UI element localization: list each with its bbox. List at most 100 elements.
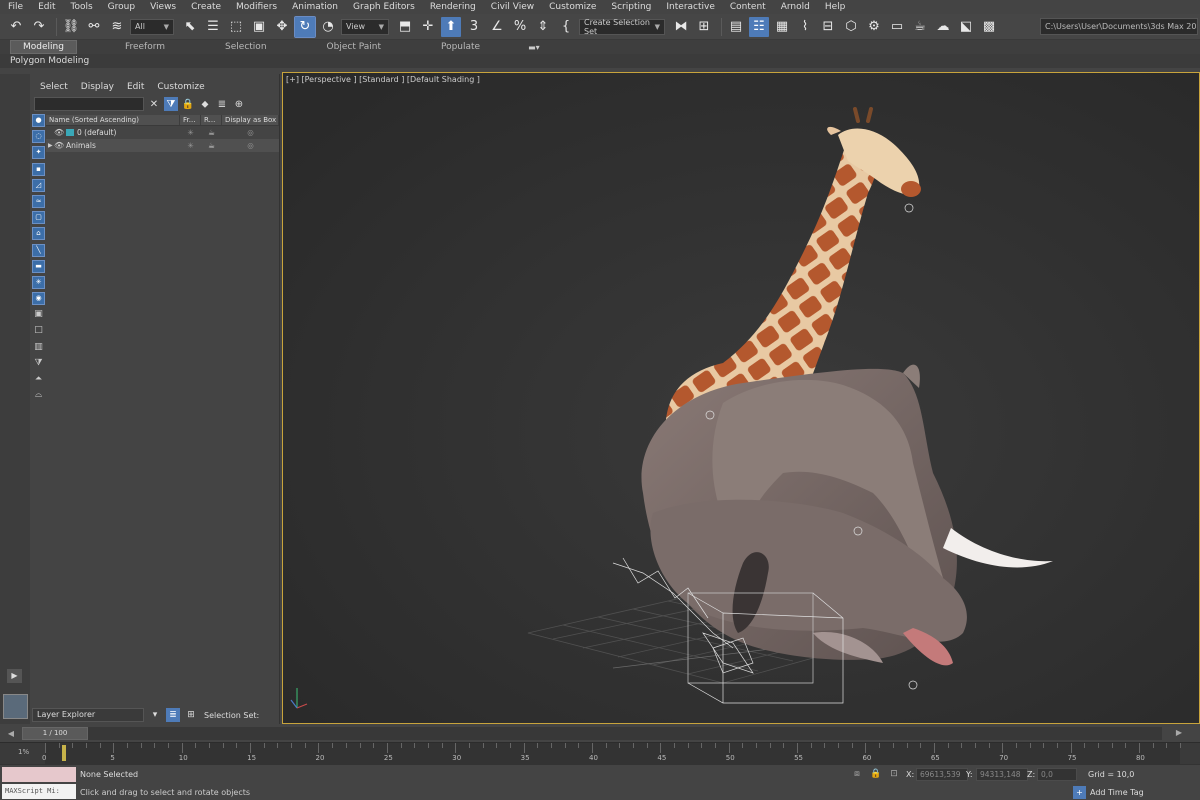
viewport-label[interactable]: [+] [Perspective ] [Standard ] [Default … (286, 75, 480, 84)
display-frozen-icon[interactable]: ✳ (32, 275, 45, 289)
material-editor-icon[interactable]: ⬡ (841, 17, 861, 37)
selection-filter-dropdown[interactable]: All ▼ (130, 18, 174, 35)
time-tag-icon[interactable]: + (1073, 786, 1086, 799)
select-by-name-icon[interactable]: ☰ (203, 17, 223, 37)
maxscript-listener[interactable]: MAXScript Mi: (2, 767, 76, 799)
angle-snap-icon[interactable]: ∠ (487, 17, 507, 37)
maxscript-input[interactable]: MAXScript Mi: (2, 784, 76, 799)
unlink-icon[interactable]: ⚯ (84, 17, 104, 37)
menu-create[interactable]: Create (191, 2, 221, 12)
display-bones-icon[interactable]: ╲ (32, 243, 45, 257)
display-helpers-icon[interactable]: ◿ (32, 178, 45, 192)
select-rotate-icon[interactable]: ↻ (294, 15, 316, 38)
x-coordinate-field[interactable]: 69613,539 (916, 768, 968, 781)
z-coordinate-field[interactable]: 0,0 (1037, 768, 1077, 781)
menu-arnold[interactable]: Arnold (781, 2, 810, 12)
rectangular-selection-icon[interactable]: ⬚ (226, 17, 246, 37)
snowflake-icon[interactable]: ✳ (180, 128, 201, 137)
tab-object-paint[interactable]: Object Paint (315, 41, 393, 53)
ribbon-options-icon[interactable]: ▬▾ (528, 43, 540, 52)
open-autodesk-a360-icon[interactable]: ▩ (979, 17, 999, 37)
percent-snap-icon[interactable]: % (510, 17, 530, 37)
viewport-scene[interactable] (283, 73, 1200, 724)
keyboard-shortcut-override-icon[interactable]: ⬆ (441, 16, 461, 37)
time-slider-track[interactable] (22, 727, 1162, 740)
chevron-down-icon[interactable]: ▾ (148, 708, 162, 722)
explorer-type-dropdown[interactable]: Layer Explorer (32, 708, 144, 722)
menu-help[interactable]: Help (825, 2, 846, 12)
perspective-viewport[interactable]: [+] [Perspective ] [Standard ] [Default … (282, 72, 1200, 724)
teapot-icon[interactable]: ☕ (201, 128, 222, 137)
tab-modeling[interactable]: Modeling (10, 40, 77, 54)
current-frame-marker[interactable] (62, 745, 66, 761)
selection-lock-icon[interactable]: 🔒 (870, 768, 882, 780)
explorer-menu-select[interactable]: Select (40, 82, 68, 92)
mirror-icon[interactable]: ⧓ (671, 17, 691, 37)
explorer-menu-customize[interactable]: Customize (157, 82, 204, 92)
menu-graph-editors[interactable]: Graph Editors (353, 2, 415, 12)
menu-animation[interactable]: Animation (292, 2, 338, 12)
absolute-mode-icon[interactable]: ⊡ (888, 768, 900, 780)
menu-edit[interactable]: Edit (38, 2, 55, 12)
toggle-scene-explorer-icon[interactable]: ▤ (726, 17, 746, 37)
table-row[interactable]: 👁 0 (default) ✳ ☕ ◎ (46, 126, 279, 139)
time-slider-thumb[interactable]: 1 / 100 (22, 727, 88, 740)
rendered-frame-window-icon[interactable]: ▭ (887, 17, 907, 37)
next-frame-icon[interactable]: ▶ (1168, 728, 1190, 737)
add-time-tag[interactable]: Add Time Tag (1090, 788, 1144, 797)
reference-coordinate-dropdown[interactable]: View ▼ (341, 18, 389, 35)
menu-rendering[interactable]: Rendering (430, 2, 476, 12)
edit-named-selection-icon[interactable]: { (556, 17, 576, 37)
find-icon[interactable]: ⏶ (32, 373, 45, 386)
menu-group[interactable]: Group (108, 2, 135, 12)
column-frozen[interactable]: Fr... (180, 115, 201, 125)
menu-views[interactable]: Views (150, 2, 176, 12)
hierarchy-mode-icon[interactable]: ⊞ (184, 708, 198, 722)
eye-icon[interactable]: 👁 (54, 128, 64, 137)
eye-icon[interactable]: 👁 (54, 141, 64, 150)
display-cameras-icon[interactable]: ▪ (32, 162, 45, 176)
select-object-icon[interactable]: ⬉ (180, 17, 200, 37)
select-scale-icon[interactable]: ◔ (318, 17, 338, 37)
link-icon[interactable]: ⛓ (61, 17, 81, 37)
menu-content[interactable]: Content (730, 2, 766, 12)
spinner-snap-icon[interactable]: ⇕ (533, 17, 553, 37)
bind-space-warp-icon[interactable]: ≋ (107, 17, 127, 37)
pivot-center-icon[interactable]: ⬒ (395, 17, 415, 37)
toggle-ribbon-icon[interactable]: ▦ (772, 17, 792, 37)
menu-customize[interactable]: Customize (549, 2, 596, 12)
snowflake-icon[interactable]: ✳ (180, 141, 201, 150)
teapot-icon[interactable]: ☕ (201, 141, 222, 150)
display-lights-icon[interactable]: ✦ (32, 146, 45, 160)
column-display-as-box[interactable]: Display as Box (222, 115, 279, 125)
display-containers-icon[interactable]: ▬ (32, 259, 45, 273)
box-display-icon[interactable]: ◎ (222, 141, 279, 150)
polygon-modeling-panel-label[interactable]: Polygon Modeling (10, 56, 89, 66)
y-coordinate-field[interactable]: 94313,148 (976, 768, 1028, 781)
display-space-warps-icon[interactable]: ≈ (32, 194, 45, 208)
named-selection-set-dropdown[interactable]: Create Selection Set ▼ (579, 18, 665, 36)
box-display-icon[interactable]: ◎ (222, 128, 279, 137)
display-xrefs-icon[interactable]: ⌂ (32, 227, 45, 241)
display-invert-icon[interactable]: ▥ (32, 341, 45, 354)
display-groups-icon[interactable]: ▢ (32, 211, 45, 225)
display-geometry-icon[interactable]: ● (32, 114, 45, 127)
snaps-toggle-icon[interactable]: 3 (464, 17, 484, 37)
menu-civil-view[interactable]: Civil View (491, 2, 534, 12)
menu-tools[interactable]: Tools (71, 2, 93, 12)
render-iterative-icon[interactable]: ⬕ (956, 17, 976, 37)
menu-scripting[interactable]: Scripting (611, 2, 651, 12)
layer-mode-icon[interactable]: ≣ (166, 708, 180, 722)
add-selected-to-layer-icon[interactable]: ⊕ (232, 97, 246, 111)
table-row[interactable]: ▶ 👁 Animals ✳ ☕ ◎ (46, 139, 279, 152)
menu-file[interactable]: File (8, 2, 23, 12)
display-none-icon[interactable]: □ (32, 324, 45, 337)
add-layer-icon[interactable]: ⬥ (198, 97, 212, 111)
column-name[interactable]: Name (Sorted Ascending) (46, 115, 180, 125)
project-folder-path[interactable]: C:\Users\User\Documents\3ds Max 2020 (1040, 18, 1198, 35)
schematic-view-icon[interactable]: ⊟ (818, 17, 838, 37)
display-hidden-icon[interactable]: ◉ (32, 292, 45, 306)
previous-frame-icon[interactable]: ◀ (0, 729, 22, 738)
column-renderable[interactable]: R... (201, 115, 222, 125)
toggle-layer-explorer-icon[interactable]: ☷ (749, 16, 769, 37)
